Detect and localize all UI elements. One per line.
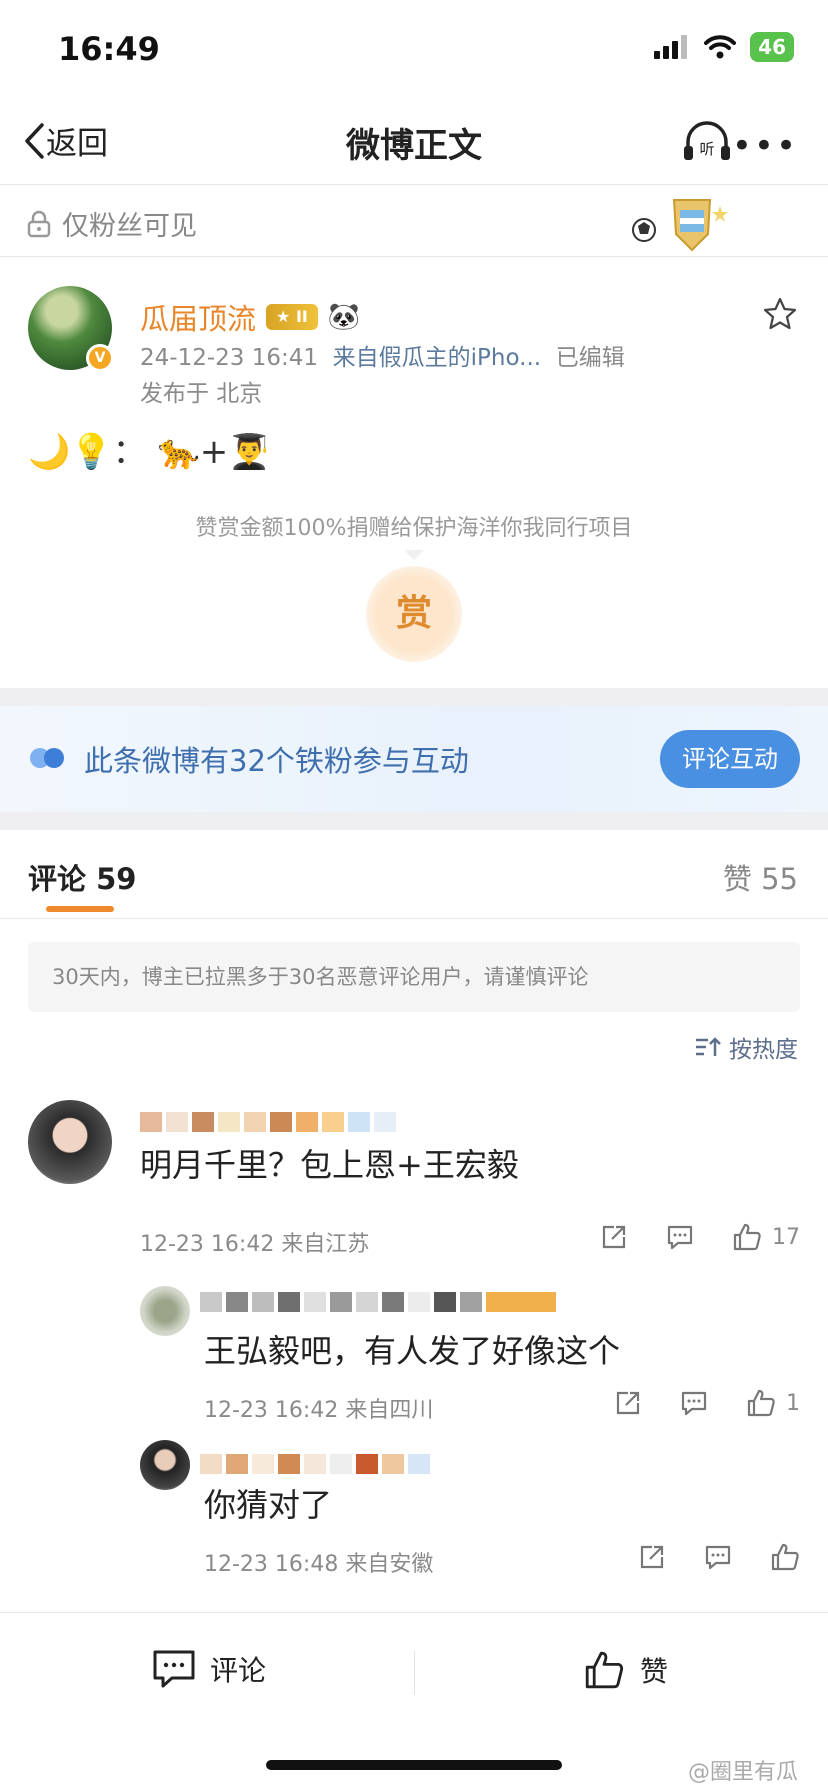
- edited-label: 已编辑: [555, 345, 625, 371]
- post-body: 🌙💡： 🐆+👨‍🎓: [28, 432, 271, 472]
- comment-text: 你猜对了: [204, 1486, 333, 1524]
- verified-badge-icon: V: [86, 344, 114, 372]
- section-gap: [0, 688, 828, 706]
- commenter-avatar[interactable]: [28, 1100, 112, 1184]
- like-count: 1: [786, 1390, 800, 1416]
- star-icon: [763, 297, 797, 330]
- share-icon[interactable]: [638, 1543, 666, 1571]
- nav-bar: 返回 微博正文 听 •••: [0, 100, 828, 184]
- status-time: 16:49: [58, 30, 160, 68]
- bottom-action-bar: 评论 赞: [0, 1612, 828, 1732]
- thumbs-up-icon: [585, 1651, 624, 1689]
- author-name[interactable]: 瓜届顶流: [140, 296, 256, 338]
- share-icon[interactable]: [600, 1223, 628, 1251]
- tab-likes[interactable]: 赞 55: [723, 856, 798, 898]
- reward-button[interactable]: 赏: [366, 566, 462, 662]
- comment-meta: 12-23 16:42 来自江苏: [140, 1232, 370, 1257]
- comment-like-button[interactable]: 17: [732, 1222, 800, 1252]
- comment-icon[interactable]: [680, 1389, 708, 1417]
- headphones-icon: 听: [684, 121, 730, 160]
- thumbs-up-icon[interactable]: [770, 1542, 800, 1572]
- blurred-username: [200, 1292, 556, 1312]
- comment-text: 明月千里？包上恩+王宏毅: [140, 1146, 519, 1184]
- watermark: @圈里有瓜: [687, 1760, 798, 1785]
- commenter-avatar[interactable]: [140, 1286, 190, 1336]
- comment-meta: 12-23 16:48 来自安徽: [204, 1552, 434, 1577]
- fan-interaction-banner: 此条微博有32个铁粉参与互动 评论互动: [0, 706, 828, 812]
- post-source: 来自假瓜主的iPho...: [332, 345, 542, 371]
- comment-actions: 17: [600, 1222, 800, 1252]
- visibility-row: 仅粉丝可见: [24, 204, 197, 243]
- wifi-icon: [704, 35, 737, 59]
- tab-indicator: [46, 906, 114, 912]
- favorite-button[interactable]: [762, 296, 798, 336]
- reward-text: 赞赏金额100%捐赠给保护海洋你我同行项目: [195, 516, 633, 541]
- bottom-divider: [414, 1651, 415, 1695]
- visibility-label: 仅粉丝可见: [62, 211, 197, 242]
- comment-text: 王弘毅吧，有人发了好像这个: [204, 1332, 621, 1370]
- comment-meta: 12-23 16:42 来自四川: [204, 1398, 434, 1423]
- author-info: 瓜届顶流 ★ II 🐼: [140, 296, 360, 338]
- commenter-avatar[interactable]: [140, 1440, 190, 1490]
- panda-icon: 🐼: [327, 302, 361, 332]
- post-meta: 24-12-23 16:41 来自假瓜主的iPho... 已编辑: [140, 338, 625, 372]
- thumbs-up-icon: [747, 1389, 775, 1417]
- thumbs-up-icon: [733, 1223, 761, 1251]
- more-icon[interactable]: •••: [732, 126, 798, 166]
- post-timestamp: 24-12-23 16:41: [140, 345, 318, 371]
- divider: [0, 918, 828, 919]
- tab-comments[interactable]: 评论 59: [28, 856, 136, 898]
- listen-label: 听: [699, 140, 714, 158]
- level-badge-label: II: [295, 307, 308, 326]
- sort-button[interactable]: 按热度: [695, 1030, 798, 1064]
- share-icon[interactable]: [614, 1389, 642, 1417]
- divider: [0, 184, 828, 185]
- home-indicator: [266, 1760, 562, 1770]
- sort-label: 按热度: [729, 1037, 798, 1063]
- reward-tip: [404, 550, 424, 560]
- comment-interact-button[interactable]: 评论互动: [660, 730, 800, 788]
- comment-like-button[interactable]: 1: [746, 1388, 800, 1418]
- bottom-comment-label: 评论: [210, 1654, 267, 1687]
- comment-notice: 30天内，博主已拉黑多于30名恶意评论用户，请谨慎评论: [28, 942, 800, 1012]
- post-location: 发布于 北京: [140, 381, 263, 407]
- blurred-username: [140, 1112, 396, 1132]
- comment-actions: 1: [614, 1388, 800, 1418]
- bottom-like-label: 赞: [640, 1655, 669, 1688]
- bottom-comment-button[interactable]: 评论: [152, 1649, 266, 1689]
- blurred-username: [200, 1454, 430, 1474]
- fan-icon: [30, 748, 64, 768]
- shield-badge-icon: [632, 199, 728, 252]
- comment-icon: [153, 1650, 195, 1688]
- comment-actions: [638, 1542, 800, 1572]
- like-count: 17: [772, 1224, 800, 1250]
- listen-button[interactable]: 听: [682, 120, 732, 168]
- lock-icon: [27, 210, 51, 237]
- battery-indicator: 46: [750, 32, 794, 62]
- divider: [0, 256, 828, 257]
- level-badge: ★ II: [266, 304, 318, 330]
- bottom-like-button[interactable]: 赞: [582, 1649, 668, 1691]
- sort-icon: [696, 1037, 721, 1056]
- banner-text: 此条微博有32个铁粉参与互动: [84, 744, 469, 778]
- fan-badge-decoration: [630, 194, 740, 260]
- comment-icon[interactable]: [666, 1223, 694, 1251]
- status-icons: 46: [654, 32, 794, 62]
- comment-icon[interactable]: [704, 1543, 732, 1571]
- signal-icon: [654, 35, 688, 59]
- section-gap: [0, 812, 828, 830]
